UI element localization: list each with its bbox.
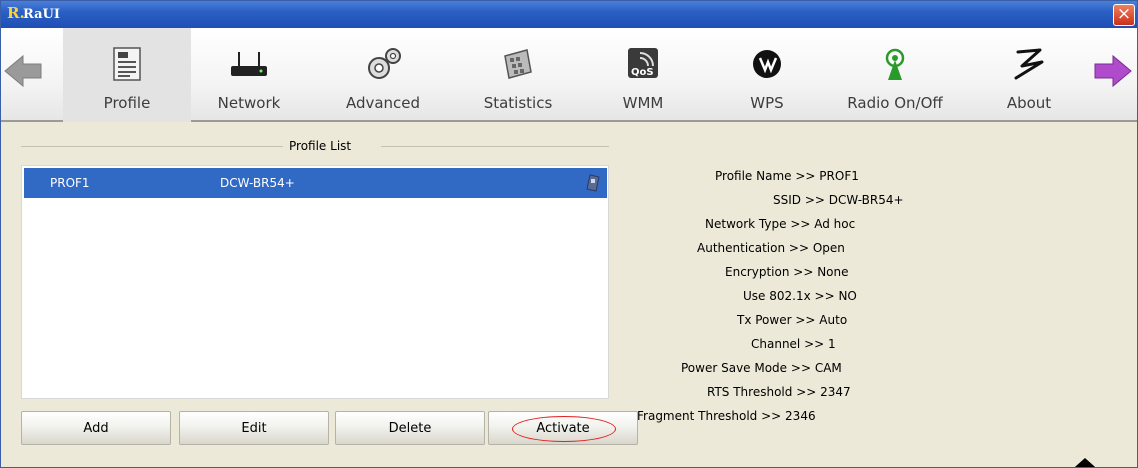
detail-channel: Channel >> 1 (751, 337, 836, 351)
detail-encryption: Encryption >> None (725, 265, 849, 279)
about-icon (1014, 48, 1044, 80)
profile-icon (113, 47, 141, 81)
wps-icon (753, 50, 781, 78)
detail-use-8021x: Use 802.1x >> NO (743, 289, 857, 303)
edit-button[interactable]: Edit (179, 411, 329, 445)
app-logo: R. (7, 4, 25, 22)
close-button[interactable]: × (1113, 4, 1135, 26)
statistics-icon (504, 49, 532, 79)
toolbar-item-network[interactable]: Network (199, 28, 299, 122)
wmm-icon: QoS (628, 48, 658, 78)
profile-list-title: Profile List (289, 139, 352, 153)
group-divider-right (381, 146, 609, 147)
toolbar-item-label: Radio On/Off (847, 94, 943, 112)
group-divider-left (21, 146, 283, 147)
forward-arrow-icon[interactable] (1093, 52, 1133, 90)
toolbar: Profile Network Advanced Statistics QoS … (1, 28, 1137, 122)
toolbar-item-wmm[interactable]: QoS WMM (601, 28, 685, 122)
toolbar-item-label: Advanced (345, 94, 421, 112)
adapter-card-icon (586, 174, 600, 192)
toolbar-item-label: Statistics (483, 94, 553, 112)
advanced-icon (368, 48, 401, 79)
toolbar-item-about[interactable]: About (991, 28, 1067, 122)
window-title: RaUI (23, 7, 60, 22)
toolbar-item-label: WPS (750, 94, 784, 112)
toolbar-item-label: Profile (103, 94, 151, 112)
back-arrow-icon[interactable] (3, 52, 43, 90)
detail-ssid: SSID >> DCW-BR54+ (773, 193, 904, 207)
profile-list[interactable]: PROF1 DCW-BR54+ (21, 165, 609, 399)
toolbar-item-profile[interactable]: Profile (63, 28, 191, 122)
profile-ssid-cell: DCW-BR54+ (220, 176, 295, 190)
toolbar-item-wps[interactable]: WPS (727, 28, 807, 122)
scroll-up-icon[interactable] (1063, 454, 1107, 468)
detail-network-type: Network Type >> Ad hoc (705, 217, 856, 231)
activate-button[interactable]: Activate (488, 411, 638, 445)
svg-text:QoS: QoS (631, 67, 654, 78)
detail-power-save-mode: Power Save Mode >> CAM (681, 361, 842, 375)
profile-row[interactable]: PROF1 DCW-BR54+ (24, 168, 607, 198)
delete-button[interactable]: Delete (335, 411, 485, 445)
toolbar-item-label: Network (217, 94, 281, 112)
detail-profile-name: Profile Name >> PROF1 (715, 169, 859, 183)
detail-tx-power: Tx Power >> Auto (737, 313, 848, 327)
toolbar-item-statistics[interactable]: Statistics (463, 28, 573, 122)
toolbar-item-advanced[interactable]: Advanced (327, 28, 439, 122)
detail-fragment-threshold: Fragment Threshold >> 2346 (637, 409, 816, 423)
detail-rts-threshold: RTS Threshold >> 2347 (707, 385, 851, 399)
detail-authentication: Authentication >> Open (697, 241, 845, 255)
radio-icon (885, 48, 905, 80)
title-bar[interactable]: R. RaUI × (1, 1, 1137, 28)
toolbar-item-label: About (1006, 94, 1052, 112)
raui-window: R. RaUI × Profile Network Advanced Stati… (0, 0, 1138, 468)
toolbar-item-label: WMM (622, 94, 664, 112)
profile-page: Profile List PROF1 DCW-BR54+ Add Edit De… (1, 124, 1137, 468)
network-icon (231, 52, 267, 76)
close-icon: × (1116, 4, 1132, 24)
add-button[interactable]: Add (21, 411, 171, 445)
profile-name-cell: PROF1 (50, 176, 90, 190)
activate-button-label: Activate (536, 421, 590, 436)
toolbar-item-radio[interactable]: Radio On/Off (829, 28, 961, 122)
